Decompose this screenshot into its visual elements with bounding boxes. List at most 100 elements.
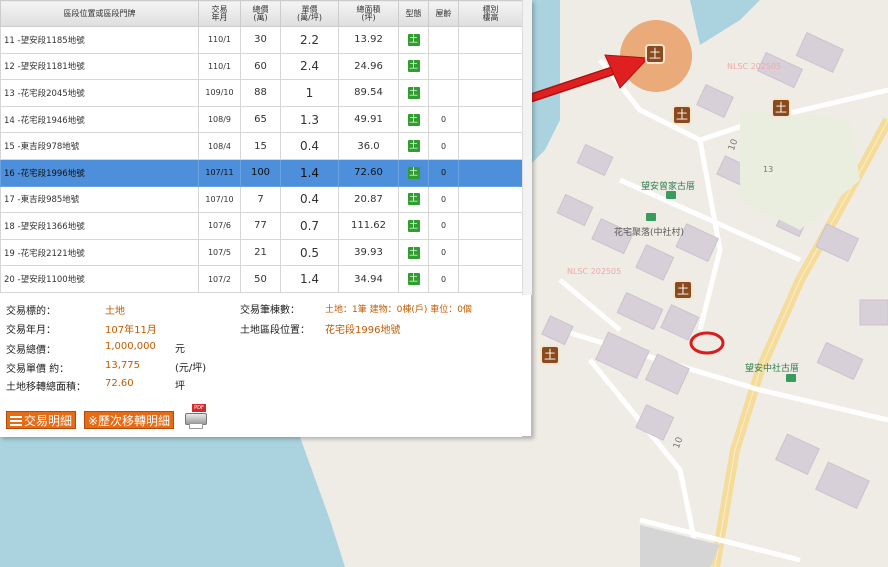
- row-address: 18 -望安段1366地號: [0, 212, 199, 240]
- col-age[interactable]: 屋齡: [428, 0, 459, 27]
- row-total: 50: [240, 265, 281, 293]
- list-icon: [10, 416, 22, 426]
- row-area: 89.54: [338, 79, 399, 107]
- row-area: 111.62: [338, 212, 399, 240]
- row-unit-price: 0.7: [280, 212, 339, 240]
- col-total[interactable]: 總價 (萬): [240, 0, 281, 27]
- transfer-history-button[interactable]: ※歷次移轉明細: [84, 411, 175, 429]
- date-value: 107年11月: [105, 325, 157, 336]
- row-date: 107/10: [198, 185, 241, 214]
- row-date: 108/4: [198, 132, 241, 160]
- row-type: 土: [398, 105, 429, 134]
- row-total: 7: [240, 185, 281, 214]
- land-marker-icon[interactable]: 土: [672, 105, 692, 125]
- row-date: 109/10: [198, 79, 241, 107]
- land-type-icon: 土: [407, 140, 420, 153]
- row-age: [428, 79, 459, 107]
- table-row[interactable]: 18 -望安段1366地號 107/6 77 0.7 111.62 土 0: [0, 212, 523, 240]
- table-row[interactable]: 16 -花宅段1996地號 107/11 100 1.4 72.60 土 0: [0, 158, 523, 187]
- transaction-detail-label: 交易明細: [24, 414, 73, 428]
- row-unit-price: 0.4: [280, 185, 339, 214]
- land-marker-icon[interactable]: 土: [771, 98, 791, 118]
- date-label: 交易年月：: [6, 325, 56, 336]
- total-label: 交易總價：: [6, 345, 56, 356]
- row-total: 100: [240, 158, 281, 187]
- table-row[interactable]: 11 -望安段1185地號 110/1 30 2.2 13.92 土: [0, 26, 523, 54]
- row-total: 30: [240, 26, 281, 54]
- total-value: 1,000,000: [105, 341, 156, 352]
- row-total: 65: [240, 105, 281, 134]
- unitprice-label: 交易單價 約：: [6, 364, 70, 375]
- row-address: 17 -東吉段985地號: [0, 185, 199, 214]
- row-type: 土: [398, 132, 429, 160]
- row-floor: [458, 52, 523, 81]
- print-pdf-icon[interactable]: PDF: [184, 404, 208, 430]
- land-type-icon: 土: [407, 33, 420, 46]
- row-unit-price: 1.3: [280, 105, 339, 134]
- row-type: 土: [398, 212, 429, 240]
- row-unit-price: 1.4: [280, 265, 339, 293]
- table-row[interactable]: 20 -望安段1100地號 107/2 50 1.4 34.94 土 0: [0, 265, 523, 293]
- row-floor: [458, 265, 523, 293]
- row-type: 土: [398, 265, 429, 293]
- land-marker-icon[interactable]: 土: [645, 44, 665, 64]
- land-type-icon: 土: [407, 113, 420, 126]
- village-label: 花宅聚落(中社村): [614, 228, 685, 238]
- row-total: 88: [240, 79, 281, 107]
- row-area: 72.60: [338, 158, 399, 187]
- land-marker-icon[interactable]: 土: [540, 345, 560, 365]
- row-address: 12 -望安段1181地號: [0, 52, 199, 81]
- row-type: 土: [398, 52, 429, 81]
- land-type-icon: 土: [407, 166, 420, 179]
- row-type: 土: [398, 185, 429, 214]
- row-type: 土: [398, 238, 429, 267]
- row-age: 0: [428, 238, 459, 267]
- row-floor: [458, 185, 523, 214]
- land-marker-icon[interactable]: 土: [673, 280, 693, 300]
- land-type-icon: 土: [407, 193, 420, 206]
- count-label: 交易筆棟數：: [240, 305, 300, 316]
- transaction-panel: 區段位置或區段門牌 交易 年月 總價 (萬) 單價 (萬/坪) 總面積 (坪) …: [0, 0, 532, 437]
- row-address: 20 -望安段1100地號: [0, 265, 199, 293]
- row-unit-price: 2.2: [280, 26, 339, 54]
- land-type-icon: 土: [407, 60, 420, 73]
- land-type-icon: 土: [407, 273, 420, 286]
- location-value: 花宅段1996地號: [325, 325, 401, 336]
- row-floor: [458, 105, 523, 134]
- table-row[interactable]: 14 -花宅段1946地號 108/9 65 1.3 49.91 土 0: [0, 105, 523, 134]
- row-address: 14 -花宅段1946地號: [0, 105, 199, 134]
- table-row[interactable]: 15 -東吉段978地號 108/4 15 0.4 36.0 土 0: [0, 132, 523, 160]
- row-address: 16 -花宅段1996地號: [0, 158, 199, 187]
- row-address: 19 -花宅段2121地號: [0, 238, 199, 267]
- map-watermark: NLSC 202505: [567, 267, 622, 276]
- col-address[interactable]: 區段位置或區段門牌: [0, 0, 199, 27]
- poi-icon: [646, 213, 656, 221]
- row-age: 0: [428, 132, 459, 160]
- row-floor: [458, 132, 523, 160]
- pdf-badge: PDF: [192, 404, 206, 412]
- col-date[interactable]: 交易 年月: [198, 0, 241, 27]
- col-area[interactable]: 總面積 (坪): [338, 0, 399, 27]
- row-unit-price: 1.4: [280, 158, 339, 187]
- row-floor: [458, 158, 523, 187]
- location-label: 土地區段位置：: [240, 325, 310, 336]
- col-unit-price[interactable]: 單價 (萬/坪): [280, 0, 339, 27]
- col-type[interactable]: 型態: [398, 0, 429, 27]
- table-row[interactable]: 19 -花宅段2121地號 107/5 21 0.5 39.93 土 0: [0, 238, 523, 267]
- row-date: 107/2: [198, 265, 241, 293]
- table-row[interactable]: 17 -東吉段985地號 107/10 7 0.4 20.87 土 0: [0, 185, 523, 214]
- row-type: 土: [398, 79, 429, 107]
- col-floor[interactable]: 標別 樓高: [458, 0, 523, 27]
- table-row[interactable]: 12 -望安段1181地號 110/1 60 2.4 24.96 土: [0, 52, 523, 81]
- row-age: 0: [428, 105, 459, 134]
- poi-icon: [666, 191, 676, 199]
- table-row[interactable]: 13 -花宅段2045地號 109/10 88 1 89.54 土: [0, 79, 523, 107]
- table-scrollbar[interactable]: [522, 0, 532, 295]
- row-date: 110/1: [198, 52, 241, 81]
- total-unit: 元: [175, 344, 185, 355]
- transaction-detail-button[interactable]: 交易明細: [6, 411, 77, 429]
- target-label: 交易標的：: [6, 306, 56, 317]
- area-label: 土地移轉總面積：: [6, 382, 86, 393]
- row-total: 15: [240, 132, 281, 160]
- printer-paper: [189, 423, 203, 429]
